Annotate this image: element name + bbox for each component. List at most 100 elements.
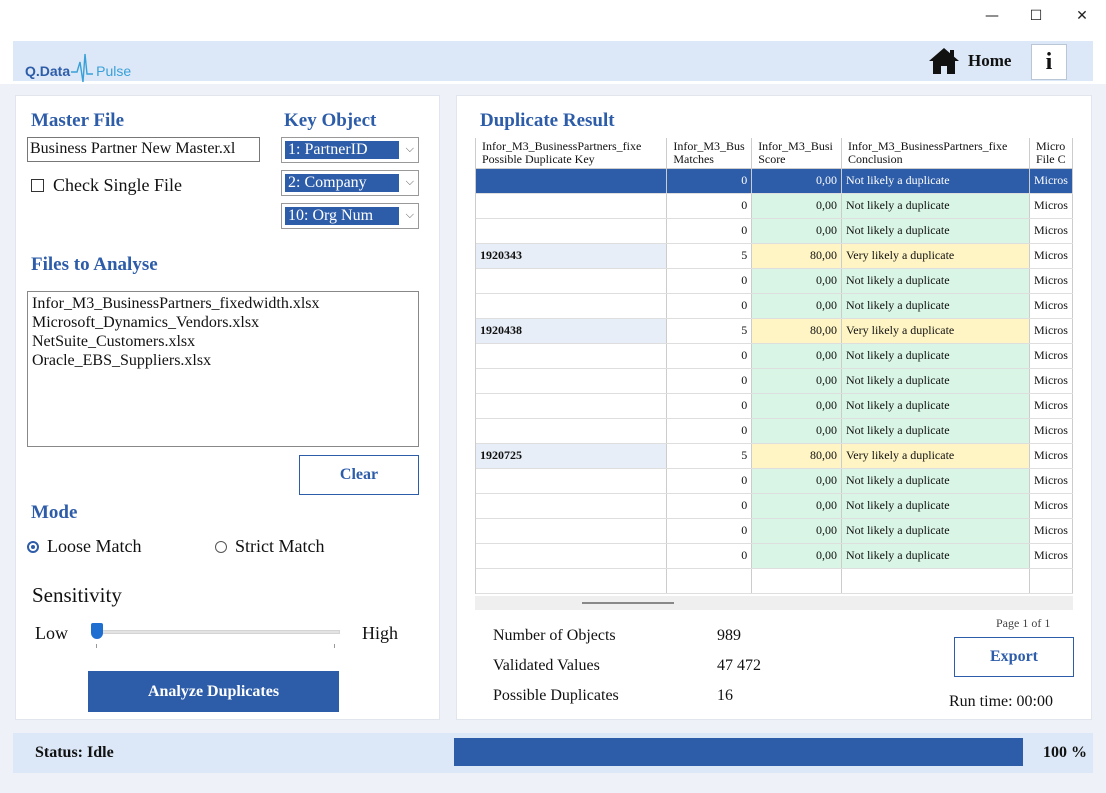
column-header-score[interactable]: Infor_M3_Busi Score — [751, 138, 842, 169]
cell-file: Micros — [1029, 343, 1073, 369]
app-header: Q.Data Pulse Home i — [13, 41, 1093, 83]
cell-conclusion: Not likely a duplicate — [841, 468, 1030, 494]
cell-score: 0,00 — [751, 543, 842, 569]
table-row[interactable]: 0 0,00 Not likely a duplicate Micros — [476, 343, 1073, 369]
cell-matches: 5 — [666, 443, 753, 469]
chevron-down-icon: ⌵ — [405, 142, 414, 155]
cell-score: 80,00 — [751, 318, 842, 344]
table-row[interactable]: 0 0,00 Not likely a duplicate Micros — [476, 268, 1073, 294]
results-grid[interactable]: Infor_M3_BusinessPartners_fixe Possible D… — [475, 138, 1073, 594]
app-logo: Q.Data Pulse — [25, 52, 131, 90]
home-label[interactable]: Home — [968, 51, 1011, 71]
table-row[interactable]: 0 0,00 Not likely a duplicate Micros — [476, 368, 1073, 394]
cell-conclusion: Not likely a duplicate — [841, 293, 1030, 319]
master-file-title: Master File — [31, 110, 125, 131]
cell-file: Micros — [1029, 368, 1073, 394]
loose-match-option[interactable]: Loose Match — [27, 536, 141, 557]
cell-duplicate-key — [476, 393, 668, 419]
table-row[interactable]: 0 0,00 Not likely a duplicate Micros — [476, 193, 1073, 219]
export-button[interactable]: Export — [954, 637, 1074, 677]
cell-conclusion: Not likely a duplicate — [841, 518, 1030, 544]
sensitivity-low-label: Low — [35, 623, 68, 643]
cell-duplicate-key — [476, 168, 668, 194]
cell-matches: 5 — [666, 243, 753, 269]
key-object-select-3[interactable]: 10: Org Num ⌵ — [281, 203, 419, 229]
column-header-conclusion[interactable]: Infor_M3_BusinessPartners_fixe Conclusion — [841, 138, 1030, 169]
cell-matches: 5 — [666, 318, 753, 344]
cell-score: 80,00 — [751, 443, 842, 469]
sensitivity-high-label: High — [362, 623, 398, 643]
files-listbox[interactable]: Infor_M3_BusinessPartners_fixedwidth.xls… — [27, 291, 419, 447]
master-file-input[interactable]: Business Partner New Master.xl — [27, 137, 260, 162]
cell-duplicate-key — [476, 218, 668, 244]
key-object-select-1-value: 1: PartnerID — [285, 141, 399, 159]
scrollbar-thumb[interactable] — [582, 602, 674, 604]
cell-file: Micros — [1029, 518, 1073, 544]
cell-duplicate-key — [476, 268, 668, 294]
cell-matches: 0 — [666, 268, 753, 294]
table-row[interactable]: 0 0,00 Not likely a duplicate Micros — [476, 293, 1073, 319]
sensitivity-slider-thumb[interactable] — [91, 623, 103, 639]
strict-match-radio[interactable] — [215, 540, 227, 553]
file-list-item[interactable]: Infor_M3_BusinessPartners_fixedwidth.xls… — [32, 294, 414, 313]
table-row[interactable] — [476, 568, 1073, 594]
cell-duplicate-key — [476, 368, 668, 394]
cell-matches: 0 — [666, 393, 753, 419]
key-object-select-1[interactable]: 1: PartnerID ⌵ — [281, 137, 419, 163]
strict-match-label: Strict Match — [235, 536, 325, 556]
cell-duplicate-key — [476, 518, 668, 544]
check-single-file-checkbox[interactable] — [31, 179, 44, 192]
file-list-item[interactable]: Oracle_EBS_Suppliers.xlsx — [32, 351, 414, 370]
file-list-item[interactable]: NetSuite_Customers.xlsx — [32, 332, 414, 351]
pulse-logo-icon — [71, 53, 94, 83]
minimize-button[interactable]: — — [969, 0, 1015, 32]
table-row[interactable]: 0 0,00 Not likely a duplicate Micros — [476, 543, 1073, 569]
table-row[interactable]: 0 0,00 Not likely a duplicate Micros — [476, 493, 1073, 519]
table-row[interactable]: 0 0,00 Not likely a duplicate Micros — [476, 418, 1073, 444]
table-row[interactable]: 0 0,00 Not likely a duplicate Micros — [476, 468, 1073, 494]
check-single-file-row[interactable]: Check Single File — [31, 175, 182, 196]
loose-match-radio[interactable] — [27, 540, 39, 553]
clear-button[interactable]: Clear — [299, 455, 419, 495]
cell-duplicate-key — [476, 543, 668, 569]
info-button[interactable]: i — [1031, 44, 1067, 80]
key-object-select-2[interactable]: 2: Company ⌵ — [281, 170, 419, 196]
sensitivity-slider-track[interactable] — [92, 630, 340, 634]
cell-conclusion — [841, 568, 1030, 594]
stat-value-objects: 989 — [717, 627, 741, 644]
cell-duplicate-key — [476, 193, 668, 219]
file-list-item[interactable]: Microsoft_Dynamics_Vendors.xlsx — [32, 313, 414, 332]
strict-match-option[interactable]: Strict Match — [215, 536, 324, 557]
home-icon[interactable] — [928, 47, 960, 75]
results-horizontal-scrollbar[interactable] — [475, 596, 1073, 610]
cell-score: 0,00 — [751, 193, 842, 219]
cell-conclusion: Not likely a duplicate — [841, 343, 1030, 369]
table-row[interactable]: 1920343 5 80,00 Very likely a duplicate Micr… — [476, 243, 1073, 269]
status-text: Status: Idle — [35, 744, 114, 761]
cell-file: Micros — [1029, 393, 1073, 419]
column-header-key[interactable]: Infor_M3_BusinessPartners_fixe Possible D… — [476, 138, 668, 169]
table-row[interactable]: 0 0,00 Not likely a duplicate Micros — [476, 393, 1073, 419]
stat-value-duplicates: 16 — [717, 687, 733, 704]
cell-matches: 0 — [666, 193, 753, 219]
cell-file: Micros — [1029, 243, 1073, 269]
column-header-matches[interactable]: Infor_M3_Bus Matches — [666, 138, 753, 169]
close-button[interactable]: ✕ — [1059, 0, 1105, 32]
analyze-duplicates-button[interactable]: Analyze Duplicates — [88, 671, 339, 712]
column-header-file[interactable]: Micro File C — [1029, 138, 1073, 169]
cell-score: 0,00 — [751, 418, 842, 444]
slider-tick — [96, 644, 97, 648]
cell-conclusion: Not likely a duplicate — [841, 393, 1030, 419]
stat-value-validated: 47 472 — [717, 657, 761, 674]
cell-duplicate-key: 1920725 — [476, 443, 668, 469]
table-row[interactable]: 0 0,00 Not likely a duplicate Micros — [476, 168, 1073, 194]
table-row[interactable]: 1920725 5 80,00 Very likely a duplicate Micr… — [476, 443, 1073, 469]
cell-score: 0,00 — [751, 493, 842, 519]
logo-text-right: Pulse — [96, 63, 132, 79]
maximize-button[interactable]: ☐ — [1013, 0, 1059, 32]
cell-matches: 0 — [666, 368, 753, 394]
table-row[interactable]: 0 0,00 Not likely a duplicate Micros — [476, 218, 1073, 244]
table-row[interactable]: 1920438 5 80,00 Very likely a duplicate Micr… — [476, 318, 1073, 344]
stat-label-duplicates: Possible Duplicates — [493, 687, 619, 704]
table-row[interactable]: 0 0,00 Not likely a duplicate Micros — [476, 518, 1073, 544]
